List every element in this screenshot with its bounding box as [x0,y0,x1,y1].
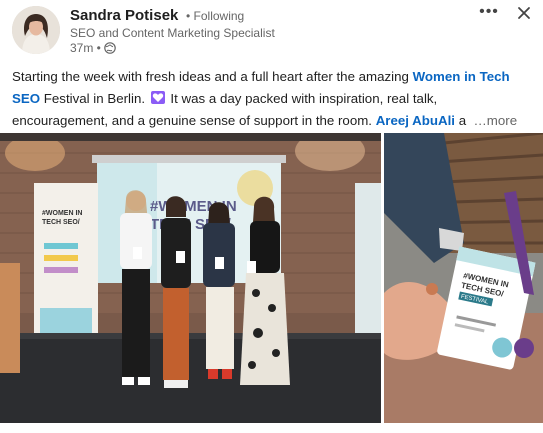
follow-status: • Following [186,9,245,23]
author-name[interactable]: Sandra Potisek [70,7,178,24]
purple-heart-icon [150,89,165,104]
post-text-segment: a [455,113,467,128]
svg-text:TECH SEO/: TECH SEO/ [42,219,80,226]
post-time: 37m • [70,41,101,55]
post-body: Starting the week with fresh ideas and a… [12,66,537,132]
image-bottom-border [0,423,543,433]
post-text-segment: Festival in Berlin. [40,91,149,106]
post-header: Sandra Potisek • Following SEO and Conte… [0,0,543,60]
svg-text:#WOMEN IN: #WOMEN IN [42,210,82,217]
globe-icon [104,42,116,54]
post-image-badge-photo[interactable]: #WOMEN IN TECH SEO/ FESTIVAL [384,133,543,423]
close-icon[interactable] [514,3,534,23]
author-headline: SEO and Content Marketing Specialist [70,26,275,40]
see-more-button[interactable]: …more [474,113,518,128]
post-meta: 37m • [70,41,116,55]
author-avatar[interactable] [12,6,60,54]
post-text-segment: Starting the week with fresh ideas and a… [12,69,413,84]
mention-link-person[interactable]: Areej AbuAli [376,113,455,128]
ellipsis-icon[interactable]: ••• [476,2,502,24]
post-image-group-photo[interactable]: #WOMEN IN TECH SEO/ #WOMEN IN TECH SEO/ [0,133,381,423]
